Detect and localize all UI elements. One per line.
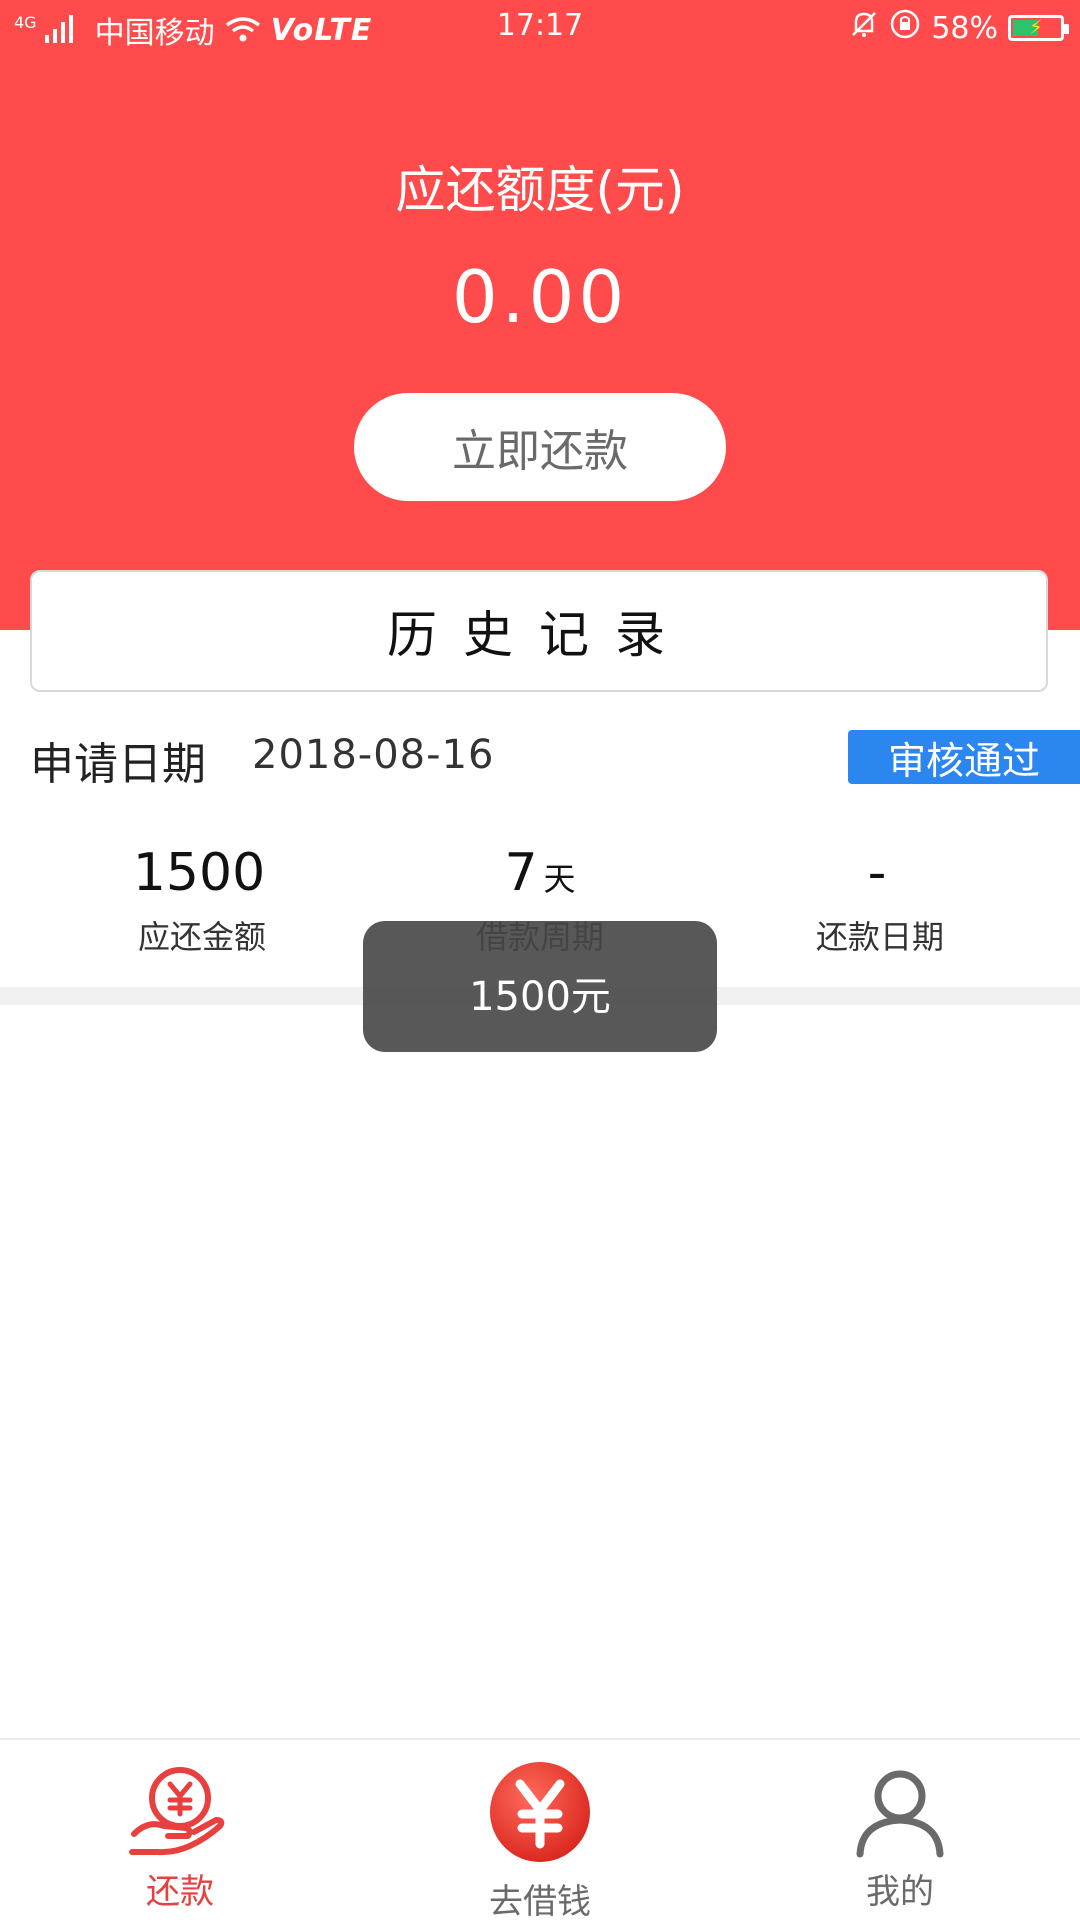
tab-repay[interactable]: 还款: [0, 1740, 360, 1920]
history-records-button[interactable]: 历史记录: [30, 570, 1048, 692]
tab-label: 还款: [146, 1872, 214, 1912]
battery-percent: 58%: [931, 10, 998, 46]
tab-mine[interactable]: 我的: [720, 1740, 1080, 1920]
toast-text: 1500元: [469, 973, 611, 1020]
tab-label: 去借钱: [489, 1882, 591, 1922]
repay-hand-yen-icon: [129, 1767, 225, 1856]
apply-date-value: 2018-08-16: [252, 732, 495, 778]
stat-repay-date: - 还款日期: [700, 840, 1060, 958]
stat-value: 1500: [132, 843, 266, 903]
user-icon: [856, 1770, 944, 1858]
battery-icon: ⚡: [1008, 15, 1069, 41]
stat-unit: 天: [543, 860, 576, 898]
status-right: 58% ⚡: [849, 8, 1069, 48]
due-amount-value: 0.00: [451, 255, 629, 339]
stat-label: 还款日期: [815, 918, 944, 956]
history-title: 历史记录: [387, 606, 691, 664]
tab-label: 我的: [866, 1872, 934, 1912]
bottom-tab-bar: 还款 去借钱 我的: [0, 1738, 1080, 1922]
yen-coin-icon: [490, 1762, 590, 1862]
record-header: 申请日期 2018-08-16 审核通过: [30, 728, 1080, 790]
due-amount-title: 应还额度(元): [395, 161, 685, 219]
stat-label: 应还金额: [137, 918, 266, 956]
status-bar: 4G 中国移动 VoLTE 17:17 58% ⚡: [0, 0, 1080, 56]
status-badge: 审核通过: [848, 730, 1080, 784]
stat-value: 7: [504, 843, 538, 903]
header-panel: 4G 中国移动 VoLTE 17:17 58% ⚡ 应还额度(元) 0.00 立…: [0, 0, 1080, 630]
stat-value: -: [867, 843, 887, 903]
mute-bell-icon: [849, 9, 879, 47]
apply-date-label: 申请日期: [30, 739, 206, 790]
tab-borrow[interactable]: 去借钱: [360, 1740, 720, 1922]
repay-now-button[interactable]: 立即还款: [354, 393, 726, 501]
toast-message: 1500元: [363, 921, 717, 1052]
stat-due-amount: 1500 应还金额: [22, 840, 382, 958]
rotation-lock-icon: [889, 8, 921, 48]
